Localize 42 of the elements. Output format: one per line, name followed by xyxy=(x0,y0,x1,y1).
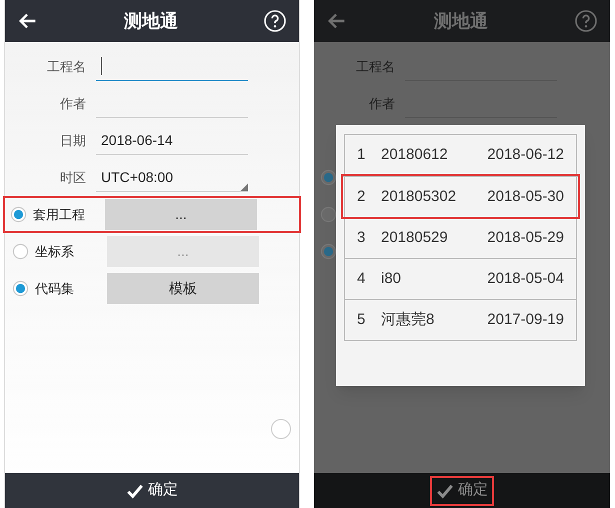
project-date: 2018-05-30 xyxy=(487,186,564,207)
field-label: 日期 xyxy=(59,132,87,150)
project-row[interactable]: 4 i80 2018-05-04 xyxy=(345,258,576,299)
project-name: i80 xyxy=(381,268,402,289)
confirm-button[interactable]: 确定 xyxy=(430,476,494,506)
option-button[interactable]: ... xyxy=(105,199,257,230)
radio-button[interactable] xyxy=(320,243,337,260)
project-date: 2018-05-29 xyxy=(487,228,564,248)
radio-button[interactable] xyxy=(10,206,27,223)
field-label: 时区 xyxy=(59,168,87,187)
dropdown-field[interactable]: UTC+08:00 xyxy=(96,164,248,192)
row-index: 5 xyxy=(357,310,366,330)
radio-button[interactable] xyxy=(12,280,29,297)
project-name: 20180529 xyxy=(381,228,449,248)
project-row[interactable]: 1 20180612 2018-06-12 xyxy=(345,135,576,176)
option-label: 套用工程 xyxy=(32,206,86,224)
row-index: 4 xyxy=(357,268,366,289)
project-row[interactable]: 2 201805302 2018-05-30 xyxy=(343,176,578,217)
radio-button[interactable] xyxy=(320,206,337,223)
field-label: 作者 xyxy=(368,94,396,113)
project-name: 201805302 xyxy=(381,186,458,207)
project-row[interactable]: 5 河惠莞8 2017-09-19 xyxy=(345,299,576,340)
project-name: 20180612 xyxy=(381,145,449,166)
project-name: 河惠莞8 xyxy=(381,310,436,330)
confirm-button[interactable]: 确定 xyxy=(122,476,182,506)
option-button[interactable]: 模板 xyxy=(107,273,259,304)
row-index: 1 xyxy=(357,145,366,166)
project-date: 2018-05-04 xyxy=(487,268,564,289)
field-label: 工程名 xyxy=(46,58,87,76)
option-label: 坐标系 xyxy=(34,242,75,261)
project-date: 2017-09-19 xyxy=(487,310,564,330)
input-field[interactable]: 2018-06-14 xyxy=(96,126,248,154)
field-label: 工程名 xyxy=(355,58,396,76)
screen-title: 测地通 xyxy=(124,10,178,32)
project-date: 2018-06-12 xyxy=(487,145,564,166)
row-index: 2 xyxy=(357,186,366,207)
project-row[interactable]: 3 20180529 2018-05-29 xyxy=(345,217,576,258)
row-index: 3 xyxy=(357,228,366,248)
screen-title: 测地通 xyxy=(434,10,488,32)
option-label: 代码集 xyxy=(34,280,75,298)
field-label: 作者 xyxy=(59,94,87,113)
radio-button[interactable] xyxy=(320,169,337,186)
